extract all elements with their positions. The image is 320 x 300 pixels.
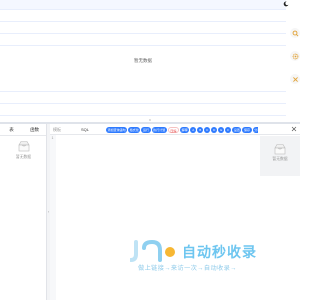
watermark-title: 自动秒收录 (182, 244, 257, 260)
line-number: 1 (51, 136, 54, 140)
tab-functions[interactable]: 函数 (23, 124, 46, 135)
table-row (0, 22, 286, 34)
line-gutter (50, 135, 56, 300)
toolbar-chip[interactable]: 执行计划 (151, 126, 167, 133)
result-table: 暂无数据 (0, 0, 286, 120)
toolbar-chip[interactable]: 格式化 (128, 126, 141, 133)
toolbar-chip[interactable]: D (211, 126, 218, 133)
table-row (0, 10, 286, 22)
toolbar-chip[interactable]: 保存 (242, 126, 252, 133)
table-header-row (0, 0, 286, 10)
table-row (0, 80, 286, 92)
editor-toolbar: 模板 SQL 添加查询语句 格式化 运行 执行计划 压缩 解释 A B C D … (50, 124, 283, 135)
template-label[interactable]: 模板 (53, 124, 61, 135)
empty-state-text: 暂无数据 (15, 155, 32, 159)
schema-tabs: 表 函数 (0, 124, 46, 136)
language-label[interactable]: SQL (81, 124, 89, 135)
collapse-tool-button[interactable] (290, 74, 300, 84)
toolbar-chip[interactable]: C (204, 126, 211, 133)
schema-panel: 表 函数 暂无数据 (0, 124, 47, 300)
toolbar-chip-highlight[interactable]: 压缩 (167, 126, 180, 133)
side-panel-header (258, 124, 300, 135)
collapse-icon (292, 76, 298, 82)
schema-empty-state: 暂无数据 (0, 140, 47, 160)
toolbar-chip[interactable]: B (197, 126, 204, 133)
moon-icon[interactable] (283, 1, 289, 7)
watermark-logo-icon (130, 240, 175, 262)
search-icon (292, 30, 298, 36)
side-empty-state: 暂无数据 (260, 136, 300, 176)
close-icon[interactable] (291, 126, 297, 132)
table-row (0, 34, 286, 46)
settings-icon (292, 53, 298, 59)
watermark: 自动秒收录 做上链接→来访一次→自动收录→ (130, 240, 290, 276)
toolbar-chip[interactable]: 设置 (232, 126, 242, 133)
toolbar-chip[interactable]: E (218, 126, 225, 133)
empty-box-icon (17, 141, 30, 152)
toolbar-chip[interactable]: 运行 (141, 126, 151, 133)
table-row (0, 104, 286, 116)
toolbar-chips: 添加查询语句 格式化 运行 执行计划 压缩 解释 A B C D E F 设置 … (106, 126, 283, 133)
search-tool-button[interactable] (290, 28, 300, 38)
tab-tables[interactable]: 表 (0, 124, 23, 135)
watermark-subtitle: 做上链接→来访一次→自动收录→ (138, 265, 237, 272)
toolbar-chip[interactable]: F (225, 126, 232, 133)
settings-tool-button[interactable] (290, 51, 300, 61)
table-row (0, 92, 286, 104)
empty-state-text: 暂无数据 (134, 58, 152, 63)
toolbar-chip[interactable]: A (190, 126, 197, 133)
empty-state-text: 暂无数据 (272, 157, 288, 161)
empty-box-icon (274, 144, 286, 155)
toolbar-chip[interactable]: 添加查询语句 (106, 126, 128, 133)
toolbar-chip[interactable]: 解释 (180, 126, 190, 133)
